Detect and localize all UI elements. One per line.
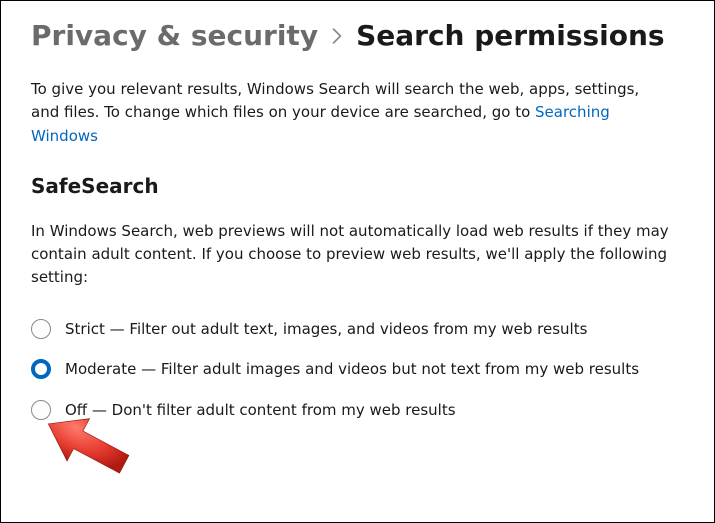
radio-label: Strict — Filter out adult text, images, … bbox=[65, 318, 587, 341]
radio-moderate[interactable]: Moderate — Filter adult images and video… bbox=[31, 358, 671, 381]
breadcrumb-parent[interactable]: Privacy & security bbox=[31, 19, 318, 52]
safesearch-radio-group: Strict — Filter out adult text, images, … bbox=[31, 318, 684, 422]
radio-icon bbox=[31, 400, 51, 420]
chevron-right-icon bbox=[332, 28, 342, 44]
radio-label: Moderate — Filter adult images and video… bbox=[65, 358, 639, 381]
breadcrumb: Privacy & security Search permissions bbox=[31, 19, 684, 52]
radio-label: Off — Don't filter adult content from my… bbox=[65, 399, 456, 422]
radio-off[interactable]: Off — Don't filter adult content from my… bbox=[31, 399, 671, 422]
radio-icon bbox=[31, 359, 51, 379]
radio-icon bbox=[31, 319, 51, 339]
safesearch-description: In Windows Search, web previews will not… bbox=[31, 220, 681, 290]
page-description: To give you relevant results, Windows Se… bbox=[31, 78, 671, 148]
radio-strict[interactable]: Strict — Filter out adult text, images, … bbox=[31, 318, 671, 341]
safesearch-heading: SafeSearch bbox=[31, 174, 684, 198]
page-title: Search permissions bbox=[356, 19, 665, 52]
